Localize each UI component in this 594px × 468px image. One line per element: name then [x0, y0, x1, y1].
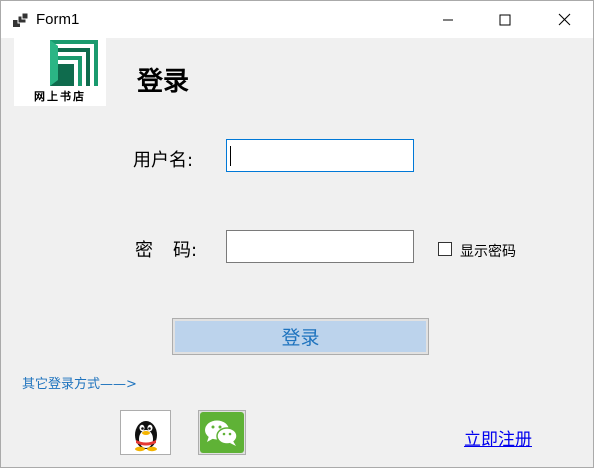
close-icon: [558, 13, 570, 26]
show-password-label[interactable]: 显示密码: [460, 241, 516, 261]
password-label-a: 密: [135, 240, 153, 261]
bookstore-logo: 网上书店: [14, 38, 106, 106]
password-input[interactable]: [226, 230, 414, 263]
login-button-label: 登录: [175, 321, 426, 352]
show-password-checkbox[interactable]: [438, 242, 452, 256]
app-window-icon: [13, 12, 29, 29]
close-button[interactable]: [541, 1, 587, 38]
password-label-b: 码:: [173, 240, 198, 261]
username-label: 用户名:: [133, 150, 194, 171]
logo-text: 网上书店: [34, 90, 86, 103]
login-button[interactable]: 登录: [172, 318, 429, 355]
maximize-icon: [499, 14, 511, 25]
window-title: Form1: [36, 11, 80, 28]
wechat-icon: [200, 412, 244, 453]
text-caret: [230, 146, 231, 166]
qq-login-button[interactable]: [120, 410, 171, 455]
title-bar[interactable]: Form1: [1, 1, 593, 38]
maximize-button[interactable]: [482, 1, 528, 38]
other-login-methods-text: 其它登录方式——>: [22, 377, 137, 392]
minimize-button[interactable]: [425, 1, 471, 38]
register-link[interactable]: 立即注册: [464, 425, 532, 450]
login-window: Form1 网上书店 登录 用户名: 密码: 显示密码 登录 其它登录方式——>…: [0, 0, 594, 468]
qq-penguin-icon: [135, 421, 157, 452]
minimize-icon: [443, 19, 453, 20]
page-title: 登录: [137, 67, 190, 97]
password-label: 密码:: [135, 236, 197, 262]
username-input[interactable]: [226, 139, 414, 172]
wechat-login-button[interactable]: [198, 410, 246, 455]
